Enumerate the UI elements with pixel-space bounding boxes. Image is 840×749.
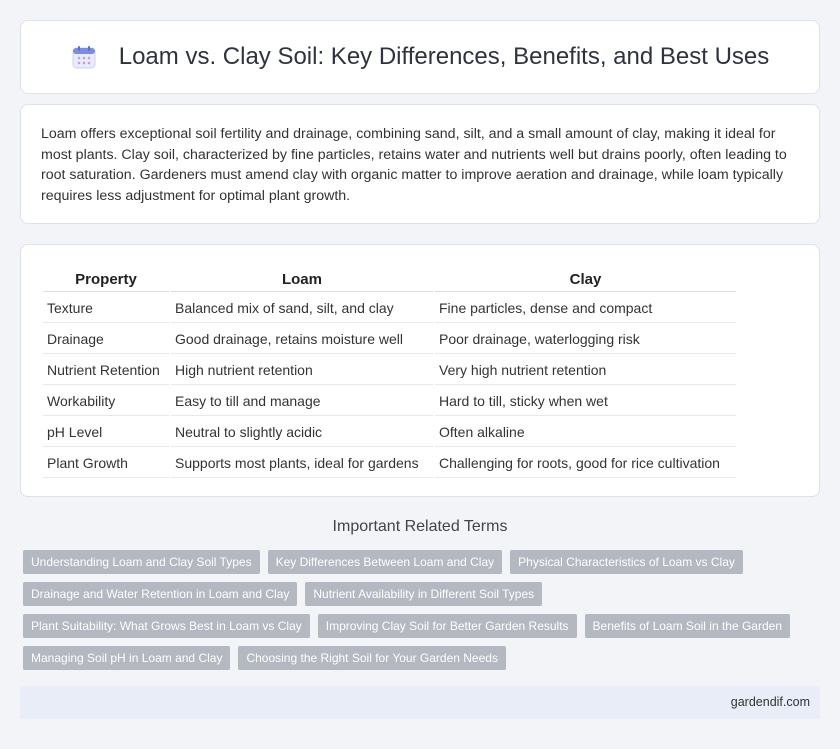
related-term-link[interactable]: Plant Suitability: What Grows Best in Lo… bbox=[23, 614, 310, 638]
clay-cell: Hard to till, sticky when wet bbox=[435, 387, 736, 416]
calendar-icon bbox=[72, 46, 96, 69]
table-row: pH Level Neutral to slightly acidic Ofte… bbox=[43, 418, 736, 447]
table-header-row: Property Loam Clay bbox=[43, 266, 736, 292]
property-cell: pH Level bbox=[43, 418, 169, 447]
tag-row: Understanding Loam and Clay Soil Types K… bbox=[23, 550, 823, 574]
header-clay: Clay bbox=[435, 266, 736, 292]
header-property: Property bbox=[43, 266, 169, 292]
related-term-link[interactable]: Drainage and Water Retention in Loam and… bbox=[23, 582, 298, 606]
table-row: Drainage Good drainage, retains moisture… bbox=[43, 325, 736, 354]
clay-cell: Fine particles, dense and compact bbox=[435, 294, 736, 323]
table-row: Nutrient Retention High nutrient retenti… bbox=[43, 356, 736, 385]
tag-row: Plant Suitability: What Grows Best in Lo… bbox=[23, 614, 823, 638]
clay-cell: Very high nutrient retention bbox=[435, 356, 736, 385]
clay-cell: Often alkaline bbox=[435, 418, 736, 447]
related-term-link[interactable]: Improving Clay Soil for Better Garden Re… bbox=[317, 614, 577, 638]
table-row: Texture Balanced mix of sand, silt, and … bbox=[43, 294, 736, 323]
header-loam: Loam bbox=[171, 266, 433, 292]
related-term-link[interactable]: Benefits of Loam Soil in the Garden bbox=[584, 614, 790, 638]
footer-bar: gardendif.com bbox=[20, 686, 820, 719]
page-title: Loam vs. Clay Soil: Key Differences, Ben… bbox=[118, 43, 770, 70]
tag-row: Managing Soil pH in Loam and Clay Choosi… bbox=[23, 646, 823, 670]
related-terms-list: Understanding Loam and Clay Soil Types K… bbox=[23, 550, 823, 678]
property-cell: Drainage bbox=[43, 325, 169, 354]
tag-row: Drainage and Water Retention in Loam and… bbox=[23, 582, 823, 606]
loam-cell: Supports most plants, ideal for gardens bbox=[171, 449, 433, 478]
footer-site-name: gardendif.com bbox=[730, 695, 810, 709]
related-term-link[interactable]: Managing Soil pH in Loam and Clay bbox=[23, 646, 231, 670]
related-term-link[interactable]: Choosing the Right Soil for Your Garden … bbox=[238, 646, 506, 670]
intro-card: Loam offers exceptional soil fertility a… bbox=[20, 104, 820, 224]
loam-cell: High nutrient retention bbox=[171, 356, 433, 385]
clay-cell: Poor drainage, waterlogging risk bbox=[435, 325, 736, 354]
property-cell: Plant Growth bbox=[43, 449, 169, 478]
related-term-link[interactable]: Key Differences Between Loam and Clay bbox=[267, 550, 503, 574]
comparison-table: Property Loam Clay Texture Balanced mix … bbox=[41, 264, 738, 480]
property-cell: Nutrient Retention bbox=[43, 356, 169, 385]
related-term-link[interactable]: Understanding Loam and Clay Soil Types bbox=[23, 550, 260, 574]
title-card: Loam vs. Clay Soil: Key Differences, Ben… bbox=[20, 20, 820, 94]
related-term-link[interactable]: Physical Characteristics of Loam vs Clay bbox=[510, 550, 743, 574]
loam-cell: Easy to till and manage bbox=[171, 387, 433, 416]
title-wrap: Loam vs. Clay Soil: Key Differences, Ben… bbox=[71, 43, 770, 71]
table-row: Plant Growth Supports most plants, ideal… bbox=[43, 449, 736, 478]
loam-cell: Neutral to slightly acidic bbox=[171, 418, 433, 447]
loam-cell: Good drainage, retains moisture well bbox=[171, 325, 433, 354]
table-row: Workability Easy to till and manage Hard… bbox=[43, 387, 736, 416]
property-cell: Texture bbox=[43, 294, 169, 323]
comparison-card: Property Loam Clay Texture Balanced mix … bbox=[20, 244, 820, 497]
clay-cell: Challenging for roots, good for rice cul… bbox=[435, 449, 736, 478]
property-cell: Workability bbox=[43, 387, 169, 416]
intro-paragraph: Loam offers exceptional soil fertility a… bbox=[41, 126, 787, 204]
related-terms-heading: Important Related Terms bbox=[332, 518, 508, 535]
loam-cell: Balanced mix of sand, silt, and clay bbox=[171, 294, 433, 323]
related-term-link[interactable]: Nutrient Availability in Different Soil … bbox=[305, 582, 543, 606]
